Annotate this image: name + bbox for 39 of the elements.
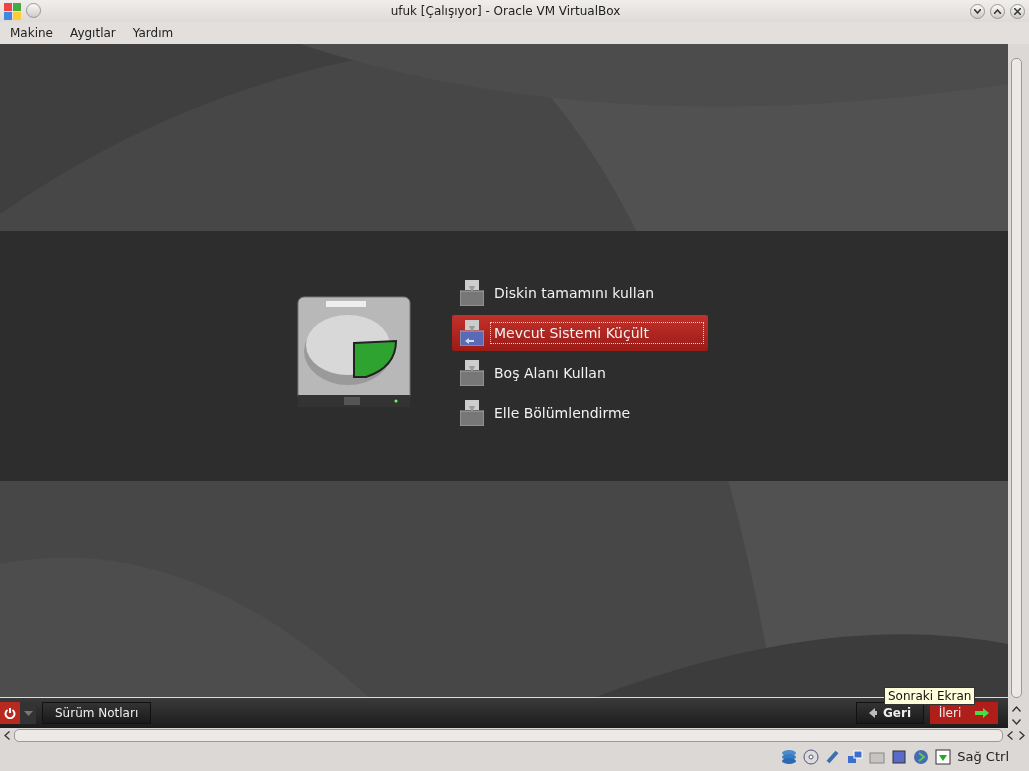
arrow-left-icon <box>869 708 877 718</box>
app-icon <box>4 2 21 20</box>
scroll-right-icon[interactable] <box>1019 730 1025 740</box>
window-menu-button[interactable] <box>26 2 41 18</box>
power-icon <box>4 707 16 719</box>
disk-os-icon <box>460 280 484 306</box>
close-button[interactable] <box>1010 3 1025 19</box>
optical-disc-icon[interactable] <box>803 748 820 765</box>
arrow-right-icon <box>975 708 990 718</box>
tooltip: Sonraki Ekran <box>884 687 976 705</box>
scroll-down-icon[interactable] <box>1011 719 1021 725</box>
scroll-left-icon[interactable] <box>1007 730 1013 740</box>
caret-icon <box>23 710 33 716</box>
disk-os-icon <box>460 400 484 426</box>
menu-item[interactable]: Aygıtlar <box>70 26 116 40</box>
maximize-button[interactable] <box>990 3 1005 19</box>
option-item[interactable]: Mevcut Sistemi Küçült <box>452 315 708 351</box>
minimize-button[interactable] <box>970 3 985 19</box>
option-item[interactable]: Diskin tamamını kullan <box>452 275 708 311</box>
option-item[interactable]: Elle Bölümlendirme <box>452 395 708 431</box>
release-notes-button[interactable]: Sürüm Notları <box>42 702 152 724</box>
option-item[interactable]: Boş Alanı Kullan <box>452 355 708 391</box>
menu-item[interactable]: Makine <box>10 26 53 40</box>
scrollbar-thumb[interactable] <box>14 728 1003 742</box>
host-key-label: Sağ Ctrl <box>957 749 1009 764</box>
scroll-left-icon[interactable] <box>4 730 10 740</box>
power-button[interactable] <box>0 702 20 724</box>
scroll-up-icon[interactable] <box>1011 706 1021 712</box>
close-icon <box>1014 7 1021 15</box>
chevron-up-icon <box>994 8 1001 14</box>
hard-disk-icon[interactable] <box>781 748 798 765</box>
download-icon[interactable] <box>935 748 952 765</box>
window-title: ufuk [Çalışıyor] - Oracle VM VirtualBox <box>389 4 622 18</box>
disk-os-icon <box>460 320 484 346</box>
network-icon[interactable] <box>847 748 864 765</box>
chevron-down-icon <box>974 8 981 14</box>
scrollbar-thumb[interactable] <box>1010 58 1022 698</box>
menu-item[interactable]: Yardım <box>132 26 174 40</box>
disk-os-icon <box>460 360 484 386</box>
